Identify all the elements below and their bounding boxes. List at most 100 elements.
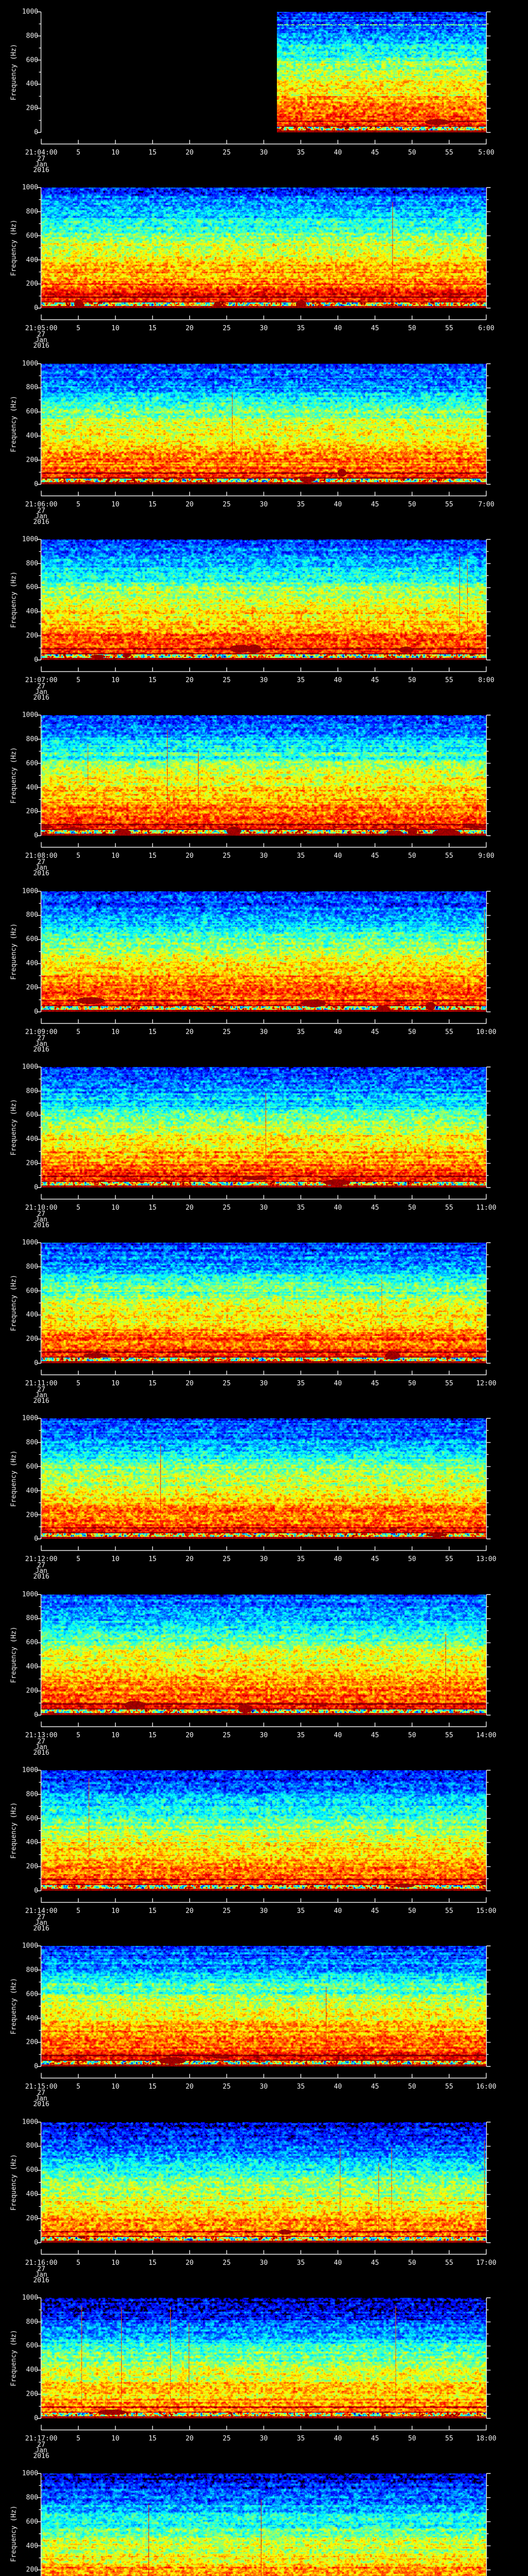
x-tick-label: 5 [76,2259,80,2267]
x-tick-label: 5 [76,1204,80,1212]
x-tick-label: 40 [334,2259,342,2267]
x-tick-label: 10 [111,149,120,157]
x-axis-date: 27 Jan 2016 [33,683,49,701]
x-tick-label: 30 [259,1028,268,1036]
x-tick-label: 10 [111,325,120,333]
x-tick-label: 30 [259,1555,268,1564]
x-tick-label: 10 [111,2434,120,2443]
x-tick-label: 50 [408,149,417,157]
x-tick-label: 35 [296,500,305,509]
spectrogram-panel: Frequency (Hz) 0 200 400 600 800 1000 21:13:00 5… [0,1583,528,1758]
x-tick-label: 25 [222,2083,231,2091]
x-tick-label: 45 [371,2083,380,2091]
x-tick-label: 25 [222,2434,231,2443]
x-tick-label: 5 [76,1907,80,1915]
x-tick-label: 40 [334,676,342,684]
spectrogram-panel: Frequency (Hz) 0 200 400 600 800 1000 21:08:00 5… [0,703,528,879]
x-tick-label: 5 [76,1380,80,1388]
spectrogram-panel: Frequency (Hz) 0 200 400 600 800 1000 21:09:00 5… [0,879,528,1055]
x-tick-label: 25 [222,1028,231,1036]
x-tick-label: 35 [296,149,305,157]
x-tick-label: 55 [445,1028,453,1036]
x-tick-label: 5 [76,2434,80,2443]
x-tick-label: 40 [334,1731,342,1739]
x-tick-label: 20 [185,2434,194,2443]
date-label-line: 2016 [33,1397,50,1405]
x-tick-label: 15 [148,676,157,684]
x-axis-date: 27 Jan 2016 [33,331,50,350]
x-axis-date: 27 Jan 2016 [33,1386,50,1405]
spectrogram-report: Frequency (Hz) 0 200 400 600 800 1000 21:04:00 5… [0,0,528,2576]
x-end-time-label: 16:00 [476,2083,497,2091]
x-tick-label: 50 [408,2434,417,2443]
spectrogram-panel: Frequency (Hz) 0 200 400 600 800 1000 21:04:00 5… [0,0,528,176]
x-tick-label: 30 [259,149,268,157]
x-axis-date: 27 Jan 2016 [33,1738,50,1757]
x-tick-label: 55 [445,149,453,157]
x-tick-label: 35 [296,1731,305,1739]
x-tick-label: 35 [296,2434,305,2443]
x-tick-label: 55 [445,1555,453,1564]
spectrogram-panel: Frequency (Hz) 0 200 400 600 800 1000 21:06:00 5… [0,352,528,528]
x-tick-label: 10 [111,1555,120,1564]
x-tick-label: 55 [445,325,453,333]
x-tick-label: 10 [111,1204,120,1212]
x-tick-label: 15 [148,1731,157,1739]
x-end-time-label: 6:00 [478,325,494,333]
x-tick-label: 20 [185,1907,194,1915]
x-tick-label: 5 [76,325,80,333]
x-tick-label: 25 [222,1555,231,1564]
x-tick-label: 50 [408,1907,417,1915]
x-tick-label: 10 [111,500,120,509]
date-label-line: 2016 [33,1573,50,1581]
spectrogram-panel: Frequency (Hz) 0 200 400 600 800 1000 21:17:00 5… [0,2286,528,2462]
x-tick-label: 35 [296,325,305,333]
x-tick-label: 25 [222,1204,231,1212]
x-tick-label: 20 [185,2083,194,2091]
x-tick-label: 20 [185,500,194,509]
x-tick-label: 55 [445,852,453,860]
date-label-line: 2016 [33,2452,50,2460]
x-tick-label: 20 [185,1555,194,1564]
x-tick-label: 45 [371,1555,380,1564]
date-label-line: 2016 [33,2276,50,2284]
x-tick-label: 20 [185,1204,194,1212]
x-end-time-label: 15:00 [476,1907,497,1915]
x-end-time-label: 8:00 [478,676,494,684]
x-tick-label: 40 [334,1380,342,1388]
x-tick-label: 45 [371,325,380,333]
x-tick-label: 55 [445,1204,453,1212]
x-tick-label: 25 [222,325,231,333]
date-label-line: 2016 [33,870,50,878]
x-tick-label: 30 [259,852,268,860]
x-tick-label: 5 [76,2083,80,2091]
date-label-line: 2016 [33,1749,50,1757]
x-tick-label: 40 [334,1204,342,1212]
x-tick-label: 15 [148,2083,157,2091]
x-tick-label: 30 [259,325,268,333]
x-tick-label: 20 [185,852,194,860]
x-axis-date: 27 Jan 2016 [33,156,50,174]
x-tick-label: 15 [148,1028,157,1036]
x-tick-label: 35 [296,852,305,860]
x-tick-label: 20 [185,325,194,333]
spectrogram-panel: Frequency (Hz) 0 200 400 600 800 1000 21:12:00 5… [0,1406,528,1582]
x-tick-label: 5 [76,1555,80,1564]
x-end-time-label: 10:00 [476,1028,497,1036]
x-tick-label: 20 [185,1380,194,1388]
x-tick-label: 15 [148,852,157,860]
x-end-time-label: 14:00 [476,1731,497,1739]
x-tick-label: 15 [148,1380,157,1388]
x-tick-label: 45 [371,2259,380,2267]
x-tick-label: 15 [148,1907,157,1915]
x-tick-label: 15 [148,1204,157,1212]
x-tick-label: 50 [408,1380,417,1388]
x-tick-label: 40 [334,2083,342,2091]
x-tick-label: 55 [445,2083,453,2091]
x-tick-label: 45 [371,676,380,684]
date-label-line: 2016 [33,1925,50,1933]
x-tick-label: 50 [408,500,417,509]
date-label-line: 2016 [33,166,50,174]
spectrogram-panel: Frequency (Hz) 0 200 400 600 800 1000 21:10:00 5… [0,1055,528,1231]
date-label-line: 2016 [33,342,50,350]
